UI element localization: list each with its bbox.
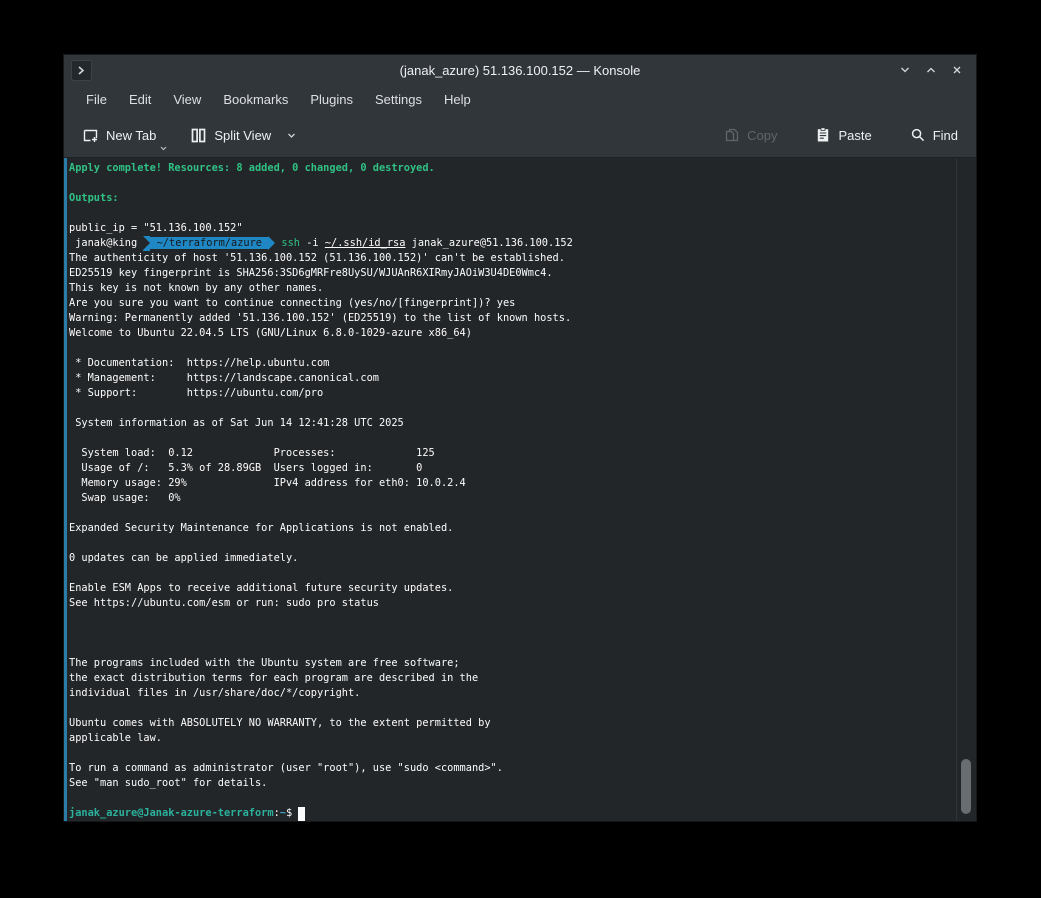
terminal-line — [69, 641, 956, 656]
terminal-line: Welcome to Ubuntu 22.04.5 LTS (GNU/Linux… — [69, 326, 956, 341]
menubar: File Edit View Bookmarks Plugins Setting… — [64, 85, 976, 113]
find-button[interactable]: Find — [906, 121, 962, 149]
terminal-cursor — [298, 807, 305, 821]
terminal-line: * Support: https://ubuntu.com/pro — [69, 386, 956, 401]
new-tab-icon — [82, 127, 99, 144]
menu-bookmarks[interactable]: Bookmarks — [212, 88, 299, 111]
terminal-viewport[interactable]: Apply complete! Resources: 8 added, 0 ch… — [64, 157, 976, 821]
minimize-button[interactable] — [892, 57, 918, 83]
scrollbar-thumb[interactable] — [961, 759, 971, 814]
terminal-line: System information as of Sat Jun 14 12:4… — [69, 416, 956, 431]
new-tab-button[interactable]: New Tab — [78, 121, 160, 150]
konsole-window: (janak_azure) 51.136.100.152 — Konsole F… — [64, 55, 976, 821]
new-tab-label: New Tab — [106, 128, 156, 143]
terminal-line: See "man sudo_root" for details. — [69, 776, 956, 791]
terminal-line: Expanded Security Maintenance for Applic… — [69, 521, 956, 536]
menu-help[interactable]: Help — [433, 88, 482, 111]
copy-button[interactable]: Copy — [720, 121, 781, 149]
terminal-line: public_ip = "51.136.100.152" — [69, 221, 956, 236]
split-view-icon — [190, 127, 207, 144]
terminal-line: * Management: https://landscape.canonica… — [69, 371, 956, 386]
toolbar-right: Copy Paste Find — [720, 121, 962, 149]
terminal-line — [69, 506, 956, 521]
menu-edit[interactable]: Edit — [118, 88, 162, 111]
chevron-up-icon — [924, 63, 938, 77]
terminal-line — [69, 341, 956, 356]
terminal-line: janak_azure@Janak-azure-terraform:~$ — [69, 806, 956, 821]
terminal-line: individual files in /usr/share/doc/*/cop… — [69, 686, 956, 701]
terminal-line: See https://ubuntu.com/esm or run: sudo … — [69, 596, 956, 611]
window-controls — [892, 55, 970, 85]
terminal-line: The authenticity of host '51.136.100.152… — [69, 251, 956, 266]
close-button[interactable] — [944, 57, 970, 83]
scrollbar-track[interactable] — [956, 158, 976, 821]
terminal-line — [69, 626, 956, 641]
chevron-down-icon — [159, 145, 168, 152]
terminal-line: Ubuntu comes with ABSOLUTELY NO WARRANTY… — [69, 716, 956, 731]
terminal-line — [69, 206, 956, 221]
terminal-prompt-icon — [76, 65, 87, 76]
titlebar[interactable]: (janak_azure) 51.136.100.152 — Konsole — [64, 55, 976, 85]
search-icon — [910, 127, 926, 143]
terminal-line: Warning: Permanently added '51.136.100.1… — [69, 311, 956, 326]
terminal-line — [69, 791, 956, 806]
terminal-line — [69, 431, 956, 446]
paste-button[interactable]: Paste — [811, 121, 875, 149]
menu-file[interactable]: File — [75, 88, 118, 111]
copy-label: Copy — [747, 128, 777, 143]
terminal-line — [69, 536, 956, 551]
terminal-line: Swap usage: 0% — [69, 491, 956, 506]
menu-settings[interactable]: Settings — [364, 88, 433, 111]
terminal-line: Memory usage: 29% IPv4 address for eth0:… — [69, 476, 956, 491]
terminal-line — [69, 611, 956, 626]
chevron-down-icon — [898, 63, 912, 77]
terminal-line: Usage of /: 5.3% of 28.89GB Users logged… — [69, 461, 956, 476]
terminal-line: Outputs: — [69, 191, 956, 206]
terminal-line: 0 updates can be applied immediately. — [69, 551, 956, 566]
split-view-label: Split View — [214, 128, 271, 143]
terminal-line: the exact distribution terms for each pr… — [69, 671, 956, 686]
terminal-line — [69, 701, 956, 716]
window-title: (janak_azure) 51.136.100.152 — Konsole — [64, 63, 976, 78]
terminal-line: Apply complete! Resources: 8 added, 0 ch… — [69, 161, 956, 176]
terminal-line: janak@king ~/terraform/azure ssh -i ~/.s… — [69, 236, 956, 251]
toolbar: New Tab Split View Copy — [64, 113, 976, 157]
terminal-line — [69, 746, 956, 761]
maximize-button[interactable] — [918, 57, 944, 83]
split-view-button[interactable]: Split View — [186, 121, 301, 150]
terminal-line — [69, 401, 956, 416]
konsole-app-icon[interactable] — [71, 60, 92, 81]
terminal-line: System load: 0.12 Processes: 125 — [69, 446, 956, 461]
paste-label: Paste — [838, 128, 871, 143]
terminal-line — [69, 176, 956, 191]
terminal-line: To run a command as administrator (user … — [69, 761, 956, 776]
close-icon — [950, 63, 964, 77]
terminal-line: The programs included with the Ubuntu sy… — [69, 656, 956, 671]
find-label: Find — [933, 128, 958, 143]
terminal-accent-strip — [64, 158, 67, 821]
terminal-line — [69, 566, 956, 581]
terminal-line: ED25519 key fingerprint is SHA256:3SD6gM… — [69, 266, 956, 281]
menu-plugins[interactable]: Plugins — [299, 88, 364, 111]
copy-icon — [724, 127, 740, 143]
terminal-line: This key is not known by any other names… — [69, 281, 956, 296]
terminal-line: applicable law. — [69, 731, 956, 746]
paste-icon — [815, 127, 831, 143]
terminal-line: * Documentation: https://help.ubuntu.com — [69, 356, 956, 371]
desktop: { "window": { "title": "(janak_azure) 51… — [0, 0, 1041, 898]
chevron-down-icon — [286, 131, 297, 140]
menu-view[interactable]: View — [162, 88, 212, 111]
terminal-line: Enable ESM Apps to receive additional fu… — [69, 581, 956, 596]
terminal-line: Are you sure you want to continue connec… — [69, 296, 956, 311]
terminal-output: Apply complete! Resources: 8 added, 0 ch… — [69, 161, 956, 821]
